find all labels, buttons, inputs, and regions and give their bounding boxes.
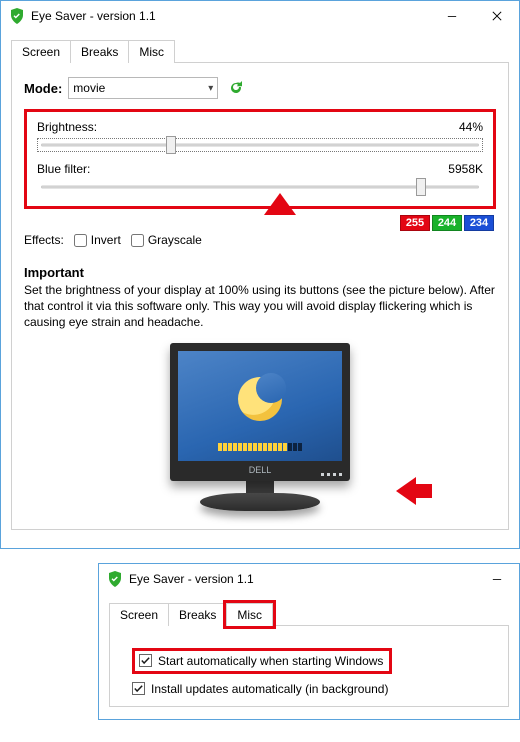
highlight-sliders-box: Brightness: 44% Blue filter: 5958K [24, 109, 496, 209]
rgb-readout: 255 244 234 [400, 215, 496, 231]
window-title: Eye Saver - version 1.1 [31, 9, 429, 23]
window-controls-2 [474, 565, 519, 593]
tab-breaks[interactable]: Breaks [70, 40, 129, 63]
annotation-arrow-left [396, 477, 432, 505]
tab-screen-2[interactable]: Screen [109, 603, 169, 626]
close-button[interactable] [474, 2, 519, 30]
important-section: Important Set the brightness of your dis… [24, 265, 496, 331]
chevron-down-icon: ▾ [208, 83, 213, 94]
window-controls [429, 2, 519, 30]
bluefilter-value: 5958K [448, 162, 483, 176]
tabpanel-screen: Mode: movie ▾ Brightness: 44% [11, 62, 509, 530]
monitor-buttons-illustration [321, 473, 342, 476]
tab-screen-label-2: Screen [120, 608, 158, 622]
tab-breaks-label-2: Breaks [179, 608, 216, 622]
window-title-2: Eye Saver - version 1.1 [129, 572, 474, 586]
autostart-checkbox[interactable] [139, 654, 152, 667]
grayscale-checkbox-label: Grayscale [148, 233, 202, 247]
mode-select[interactable]: movie ▾ [68, 77, 218, 99]
window-body: Screen Breaks Misc Mode: movie ▾ Brightn… [1, 31, 519, 548]
below-sliders-row: Effects: Invert Grayscale 255 244 234 [24, 215, 496, 247]
mode-select-value: movie [73, 81, 105, 95]
tabpanel-misc: Start automatically when starting Window… [109, 625, 509, 707]
brightness-value: 44% [459, 120, 483, 134]
rgb-b: 234 [464, 215, 494, 231]
invert-checkbox[interactable]: Invert [74, 233, 121, 247]
autostart-label: Start automatically when starting Window… [158, 654, 383, 668]
tab-misc-label: Misc [139, 45, 164, 59]
effects-row: Effects: Invert Grayscale [24, 215, 400, 247]
eyesaver-window-main: Eye Saver - version 1.1 Screen Breaks Mi… [0, 0, 520, 549]
tab-breaks-label: Breaks [81, 45, 118, 59]
shield-icon [107, 571, 123, 587]
tab-misc-label-2: Misc [237, 608, 262, 622]
autoupdate-option: Install updates automatically (in backgr… [132, 682, 496, 696]
window-body-2: Screen Breaks Misc Start automatically w… [99, 594, 519, 719]
tab-breaks-2[interactable]: Breaks [168, 603, 227, 626]
mode-label: Mode: [24, 81, 62, 96]
tabstrip: Screen Breaks Misc [11, 39, 509, 62]
brightness-label: Brightness: [37, 120, 97, 134]
effects-label: Effects: [24, 233, 64, 247]
bluefilter-slider[interactable] [37, 180, 483, 194]
tab-misc[interactable]: Misc [128, 40, 175, 63]
autostart-option: Start automatically when starting Window… [132, 648, 496, 674]
invert-checkbox-label: Invert [91, 233, 121, 247]
titlebar[interactable]: Eye Saver - version 1.1 [1, 1, 519, 31]
sun-moon-icon [238, 377, 282, 421]
brightness-slider[interactable] [37, 138, 483, 152]
brightness-slider-thumb[interactable] [166, 136, 176, 154]
monitor-illustration: DELL [24, 343, 496, 511]
important-text: Set the brightness of your display at 10… [24, 282, 496, 331]
autoupdate-checkbox[interactable] [132, 682, 145, 695]
tab-screen-label: Screen [22, 45, 60, 59]
titlebar-2[interactable]: Eye Saver - version 1.1 [99, 564, 519, 594]
tab-misc-2[interactable]: Misc [226, 603, 273, 626]
brightness-bar-illustration [218, 443, 302, 451]
rgb-r: 255 [400, 215, 430, 231]
minimize-button[interactable] [429, 2, 474, 30]
grayscale-checkbox[interactable]: Grayscale [131, 233, 202, 247]
bluefilter-slider-thumb[interactable] [416, 178, 426, 196]
refresh-icon[interactable] [228, 80, 244, 96]
monitor-brand-label: DELL [178, 465, 342, 475]
minimize-button[interactable] [474, 565, 519, 593]
eyesaver-window-misc: Eye Saver - version 1.1 Screen Breaks Mi… [98, 563, 520, 720]
brightness-row: Brightness: 44% [37, 120, 483, 152]
shield-icon [9, 8, 25, 24]
bluefilter-label: Blue filter: [37, 162, 90, 176]
important-heading: Important [24, 265, 496, 280]
invert-checkbox-input[interactable] [74, 234, 87, 247]
bluefilter-row: Blue filter: 5958K [37, 162, 483, 194]
tab-screen[interactable]: Screen [11, 40, 71, 63]
grayscale-checkbox-input[interactable] [131, 234, 144, 247]
mode-row: Mode: movie ▾ [24, 77, 496, 99]
tabstrip-2: Screen Breaks Misc [109, 602, 509, 625]
autoupdate-label: Install updates automatically (in backgr… [151, 682, 388, 696]
rgb-g: 244 [432, 215, 462, 231]
